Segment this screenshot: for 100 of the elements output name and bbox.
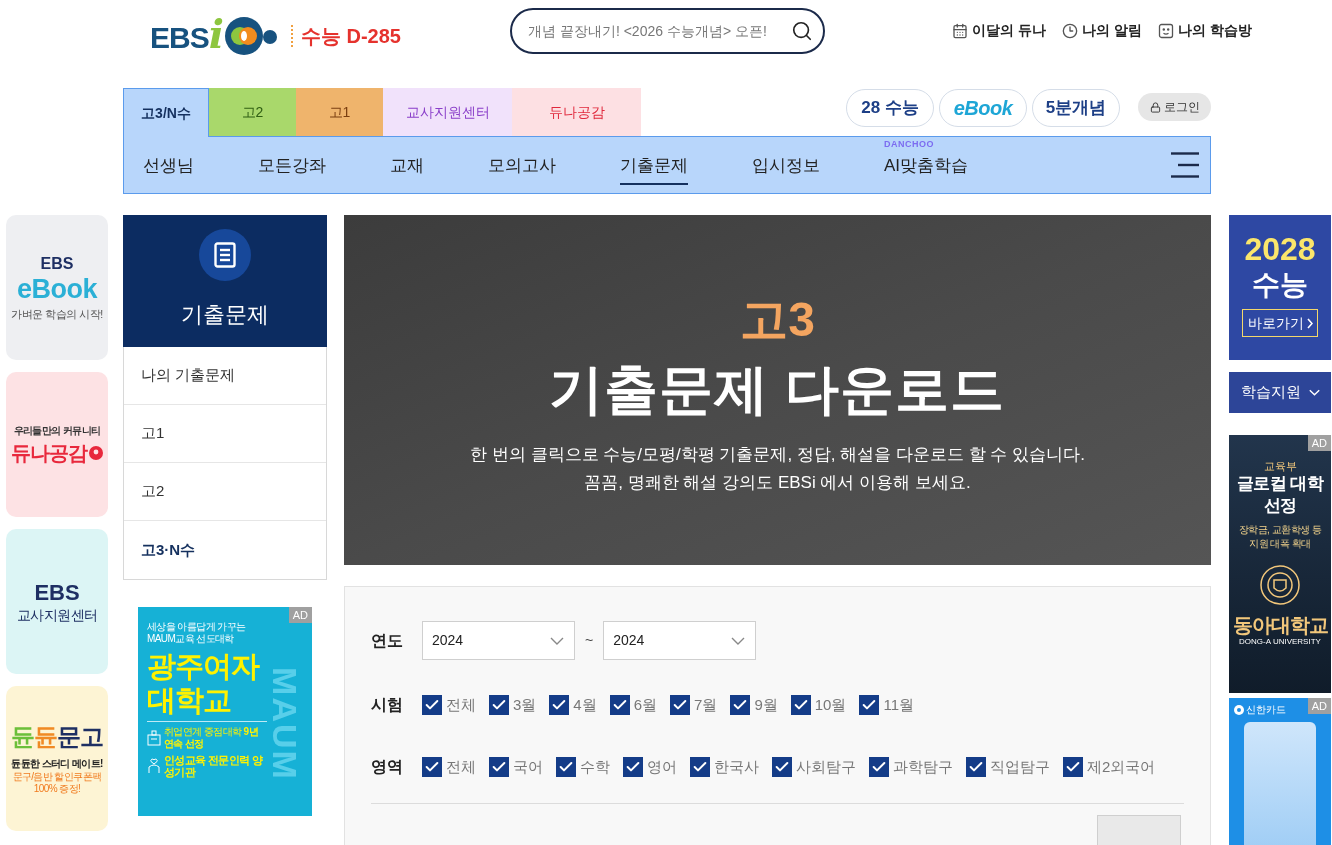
header-link[interactable]: 이달의 듀나 [952,20,1046,41]
shortcut-button[interactable]: 28 수능 [846,89,934,127]
checkbox[interactable] [549,695,570,715]
watermark-text: MAUM [268,667,303,781]
ad-badge: AD [288,607,312,623]
checkbox[interactable] [966,757,986,777]
checkbox[interactable] [790,695,811,715]
round-logo-icon [89,446,103,460]
community-card[interactable]: 우리들만의 커뮤니티 듀나공감 [6,372,108,517]
nav-item[interactable]: 입시정보 [752,145,820,185]
nav-item[interactable]: 모의고사 [488,145,556,185]
checkbox-label[interactable]: 전체 [446,693,476,717]
checkbox[interactable] [609,695,630,715]
ad-text: 지원 대폭 확대 [1249,537,1311,551]
grade-tab[interactable]: 교사지원센터 [383,88,512,136]
promo-title: 수능 [1252,268,1308,302]
logo-text[interactable]: EBSi [150,12,223,60]
checkbox-label[interactable]: 전체 [446,755,476,779]
filter-label: 연도 [371,630,404,651]
menu-button[interactable] [1171,151,1199,179]
banner-grade: 고3 [740,293,815,347]
bookstore-card[interactable]: 듄듄문고 듄듄한 스터디 메이트! 문구/음반 할인쿠폰팩 100% 증정! [6,686,108,831]
nav-item[interactable]: 선생님 [143,145,194,185]
nav-item[interactable]: 교재 [390,145,424,185]
nav-item[interactable]: 기출문제 [620,145,688,185]
checkbox[interactable] [1063,757,1083,777]
checkbox-label[interactable]: 3월 [513,693,537,717]
bookstore-logo-text: 듄듄문고 [11,722,103,751]
card-caption: 듄듄한 스터디 메이트! [11,756,103,771]
ad-org: 교육부 [1263,459,1297,473]
checkbox-label[interactable]: 7월 [694,693,718,717]
checkbox-label[interactable]: 4월 [573,693,597,717]
ad-title: 글로컬 대학 [1236,473,1324,495]
grade-tab[interactable]: 고1 [296,88,383,136]
ad-title: 선정 [1263,495,1297,517]
grade-tab[interactable]: 고3/N수 [123,88,209,137]
checkbox[interactable] [489,695,509,715]
checkbox-label[interactable]: 과학탐구 [893,755,953,779]
side-menu-item[interactable]: 고2 [124,463,326,521]
checkbox-label[interactable]: 9월 [754,693,778,717]
checkbox[interactable] [489,757,509,777]
grade-tab[interactable]: 듀나공감 [512,88,641,136]
search-field[interactable]: 개념 끝장내기! <2026 수능개념> 오픈! [510,8,825,54]
support-menu-button[interactable]: 학습지원 [1229,372,1331,413]
checkbox-label[interactable]: 10월 [814,693,847,717]
checkbox-label[interactable]: 사회탐구 [796,755,856,779]
checkbox-label[interactable]: 국어 [513,755,543,779]
teacher-center-card[interactable]: EBS 교사지원센터 [6,529,108,674]
search-icon[interactable] [791,20,813,42]
menu-icon [1171,152,1199,178]
checkbox[interactable] [690,757,710,777]
ad-tagline: 세상을 아름답게 가꾸는 MAUM교육 선도대학 [147,621,247,645]
checkbox[interactable] [869,757,889,777]
checkbox-label[interactable]: 11월 [883,693,914,717]
checkbox[interactable] [772,757,792,777]
d-day-text: 수능 D-285 [300,24,401,49]
login-button[interactable]: 로그인 [1138,93,1211,121]
card-note: 문구/음반 할인쿠폰팩 [12,770,102,783]
promo-banner[interactable]: 2028 수능 바로가기 [1229,215,1331,360]
checkbox-label[interactable]: 영어 [647,755,677,779]
university-ad[interactable]: AD 교육부 글로컬 대학 선정 장학금, 교환학생 등 지원 대폭 확대 동아대학교 DONG-A UNIVERSITY [1229,435,1331,693]
checkbox[interactable] [422,757,442,777]
side-menu-item[interactable]: 고1 [124,405,326,463]
year-select[interactable]: 2024 [603,621,757,660]
checkbox[interactable] [422,695,442,715]
checkbox-label[interactable]: 수학 [580,755,610,779]
year-select[interactable]: 2024 [422,621,575,660]
checkbox[interactable] [730,695,751,715]
header-link[interactable]: 나의 알림 [1061,20,1142,41]
go-button[interactable]: 바로가기 [1242,309,1318,337]
checkbox-label[interactable]: 직업탐구 [990,755,1050,779]
card-caption: 우리들만의 커뮤니티 [13,424,101,438]
ebook-logo-text: eBook [17,272,97,305]
lock-icon [1149,101,1161,113]
ebook-card[interactable]: EBS eBook 가벼운 학습의 시작! [6,215,108,360]
shortcut-button[interactable]: 5분개념 [1032,89,1120,127]
checkbox-label[interactable]: 한국사 [714,755,759,779]
checkbox[interactable] [859,695,880,715]
chevron-down-icon [731,636,746,645]
checkbox-label[interactable]: 제2외국어 [1087,755,1156,779]
checkbox[interactable] [556,757,576,777]
range-separator: ~ [585,631,594,650]
banner-text: 한 번의 클릭으로 수능/모평/학평 기출문제, 정답, 해설을 다운로드 할 수 있습니다. [470,444,1085,466]
checkbox[interactable] [670,695,691,715]
checkbox-label[interactable]: 6월 [633,693,658,717]
side-menu-item[interactable]: 나의 기출문제 [124,347,326,405]
header-link[interactable]: 나의 학습방 [1157,20,1252,41]
clock-icon [1061,22,1078,39]
grade-tab[interactable]: 고2 [209,88,296,136]
checkbox[interactable] [623,757,643,777]
emblem-icon [1260,565,1300,605]
nav-item[interactable]: 모든강좌 [258,145,326,185]
banner-text: 꼼꼼, 명쾌한 해설 강의도 EBSi 에서 이용해 보세요. [584,472,971,494]
ad-text: 장학금, 교환학생 등 [1238,523,1322,537]
card-note: 100% 증정! [33,782,81,795]
side-menu-item[interactable]: 고3·N수 [124,521,326,579]
ad-university-name-english: DONG-A UNIVERSITY [1239,637,1321,647]
logo-circles-icon [224,16,277,56]
ad-badge: AD [1307,435,1331,451]
ad-university-name: 동아대학교 [1232,613,1328,637]
